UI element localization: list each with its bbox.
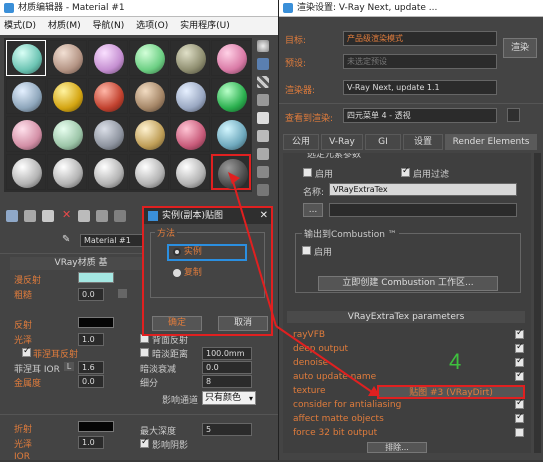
arrowhead-icon — [228, 172, 240, 184]
arrow-to-texture — [275, 325, 373, 393]
arrow-slot-to-dialog — [231, 177, 277, 327]
annotation-arrows — [228, 172, 380, 396]
